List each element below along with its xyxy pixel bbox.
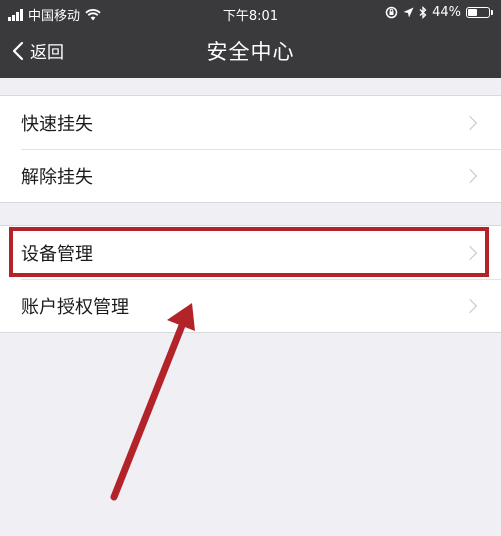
list-item-label: 解除挂失 bbox=[21, 166, 93, 188]
battery-percent: 44% bbox=[432, 5, 461, 20]
chevron-right-icon bbox=[462, 115, 478, 130]
battery-nub bbox=[491, 10, 493, 15]
page-title: 安全中心 bbox=[206, 40, 295, 64]
orientation-lock-icon bbox=[385, 6, 398, 19]
chevron-right-icon bbox=[462, 245, 478, 260]
nav-bar: 返回 安全中心 bbox=[0, 26, 501, 78]
chevron-right-icon bbox=[462, 168, 478, 183]
list-item-device-management[interactable]: 设备管理 bbox=[0, 226, 501, 279]
list-item-cancel-report-loss[interactable]: 解除挂失 bbox=[0, 149, 501, 202]
location-icon bbox=[403, 7, 414, 18]
top-bar: 中国移动 下午8:01 44% 返回 安全中心 bbox=[0, 0, 501, 78]
list-group-loss: 快速挂失 解除挂失 bbox=[0, 95, 501, 203]
battery-icon bbox=[466, 7, 490, 18]
screen: 中国移动 下午8:01 44% 返回 安全中心 快速挂失 解除挂失 设备管理 账… bbox=[0, 0, 501, 536]
list-group-devices: 设备管理 账户授权管理 bbox=[0, 225, 501, 333]
list-item-quick-report-loss[interactable]: 快速挂失 bbox=[0, 96, 501, 149]
list-item-label: 快速挂失 bbox=[21, 113, 93, 135]
chevron-right-icon bbox=[462, 298, 478, 313]
arrow-shaft bbox=[110, 319, 187, 501]
status-bar: 中国移动 下午8:01 44% bbox=[0, 0, 501, 26]
bluetooth-icon bbox=[419, 6, 427, 19]
status-right: 44% bbox=[385, 5, 493, 20]
list-item-account-authorization[interactable]: 账户授权管理 bbox=[0, 279, 501, 332]
battery-level bbox=[468, 9, 477, 16]
list-item-label: 账户授权管理 bbox=[21, 296, 129, 318]
list-item-label: 设备管理 bbox=[21, 243, 93, 265]
